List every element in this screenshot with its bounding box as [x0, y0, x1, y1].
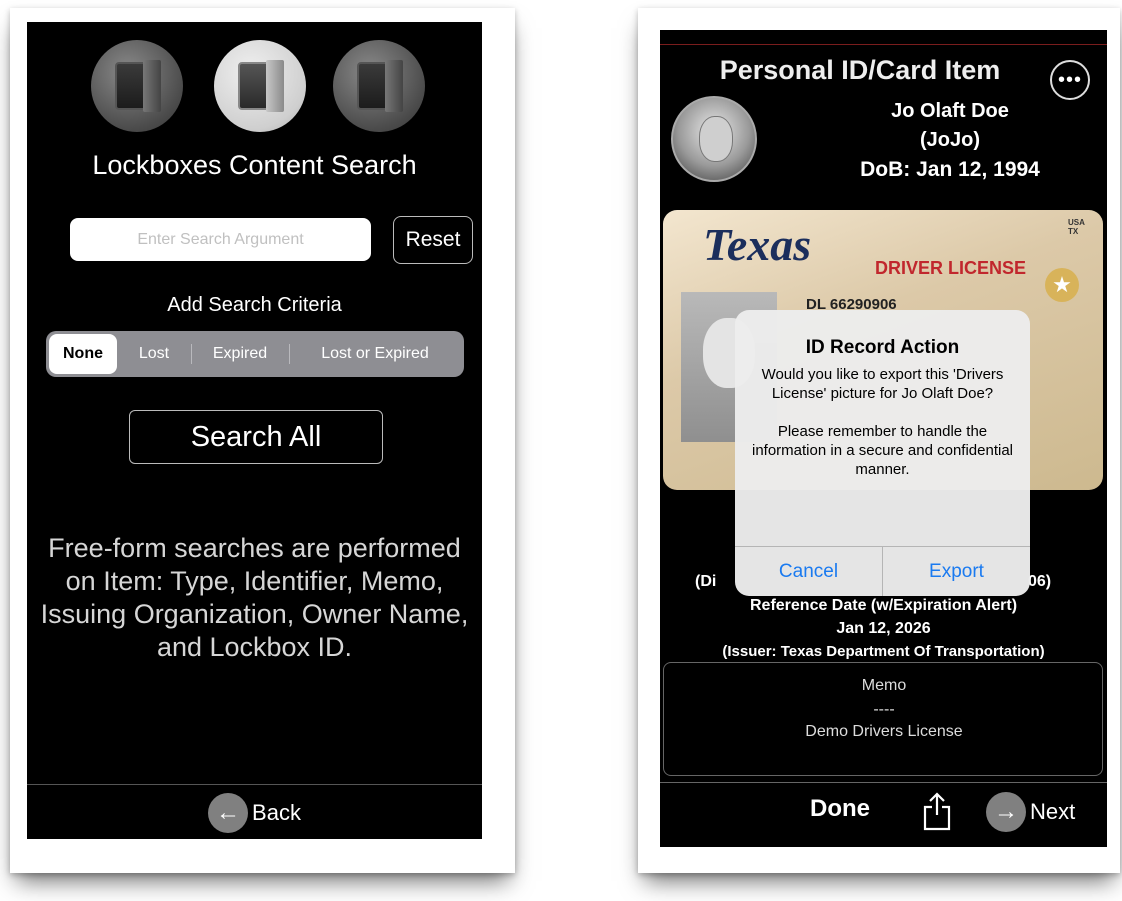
memo-section: Memo ---- Demo Drivers License	[663, 662, 1103, 776]
next-label[interactable]: Next	[1030, 799, 1075, 825]
back-button[interactable]: Back	[252, 800, 301, 826]
search-input[interactable]	[70, 218, 371, 261]
license-country-badge: USA TX	[1068, 218, 1085, 236]
lockbox-safe-icon[interactable]	[333, 40, 425, 132]
identifier-partial-right: 06)	[1028, 573, 1052, 590]
header-divider	[660, 44, 1107, 45]
export-alert-dialog: ID Record Action Would you like to expor…	[735, 310, 1030, 596]
lockbox-safe-icon[interactable]	[91, 40, 183, 132]
more-options-icon[interactable]: •••	[1050, 60, 1090, 100]
owner-dob: DoB: Jan 12, 1994	[860, 158, 1040, 181]
footer-bar: Done → Next	[660, 782, 1107, 841]
lockbox-safe-icon[interactable]	[214, 40, 306, 132]
owner-name: Jo Olaft Doe	[891, 100, 1009, 122]
criteria-label: Add Search Criteria	[167, 294, 342, 316]
back-arrow-icon[interactable]: ←	[208, 792, 249, 833]
search-criteria-segmented-control: None Lost Expired Lost or Expired	[46, 331, 464, 377]
next-button[interactable]: → Next	[986, 792, 1075, 832]
share-icon[interactable]	[922, 791, 952, 831]
id-card-detail-screen: Personal ID/Card Item ••• Jo Olaft Doe (…	[660, 30, 1107, 847]
memo-label: Memo	[861, 677, 907, 694]
cancel-button[interactable]: Cancel	[735, 547, 882, 596]
reference-date-label: Reference Date (w/Expiration Alert)	[749, 597, 1018, 614]
reset-button[interactable]: Reset	[393, 216, 473, 264]
license-state: Texas	[703, 219, 812, 270]
help-text: Free-form searches are performed on Item…	[40, 533, 469, 662]
avatar[interactable]	[671, 96, 757, 182]
segment-expired[interactable]: Expired	[191, 334, 289, 374]
memo-text: Demo Drivers License	[805, 723, 963, 740]
search-all-button[interactable]: Search All	[129, 410, 383, 464]
license-type: DRIVER LICENSE	[875, 258, 1027, 278]
reference-date: Jan 12, 2026	[836, 620, 931, 637]
dialog-button-bar: Cancel Export	[735, 546, 1030, 596]
done-button[interactable]: Done	[810, 795, 870, 823]
page-title: Lockboxes Content Search	[92, 150, 417, 180]
page-title: Personal ID/Card Item	[719, 55, 1001, 85]
issuer: (Issuer: Texas Department Of Transportat…	[722, 643, 1045, 660]
dialog-title: ID Record Action	[805, 337, 960, 358]
dialog-message: Would you like to export this 'Drivers L…	[752, 366, 1013, 478]
footer-bar: ← Back	[27, 784, 482, 839]
export-button[interactable]: Export	[882, 547, 1030, 596]
segment-lost[interactable]: Lost	[117, 334, 191, 374]
search-screen: Lockboxes Content Search Reset Add Searc…	[27, 22, 482, 839]
segment-lost-or-expired[interactable]: Lost or Expired	[289, 334, 461, 374]
memo-separator: ----	[873, 701, 895, 718]
owner-nickname: (JoJo)	[920, 129, 980, 151]
next-arrow-icon[interactable]: →	[986, 792, 1026, 832]
segment-none[interactable]: None	[49, 334, 117, 374]
star-icon: ★	[1045, 268, 1079, 302]
